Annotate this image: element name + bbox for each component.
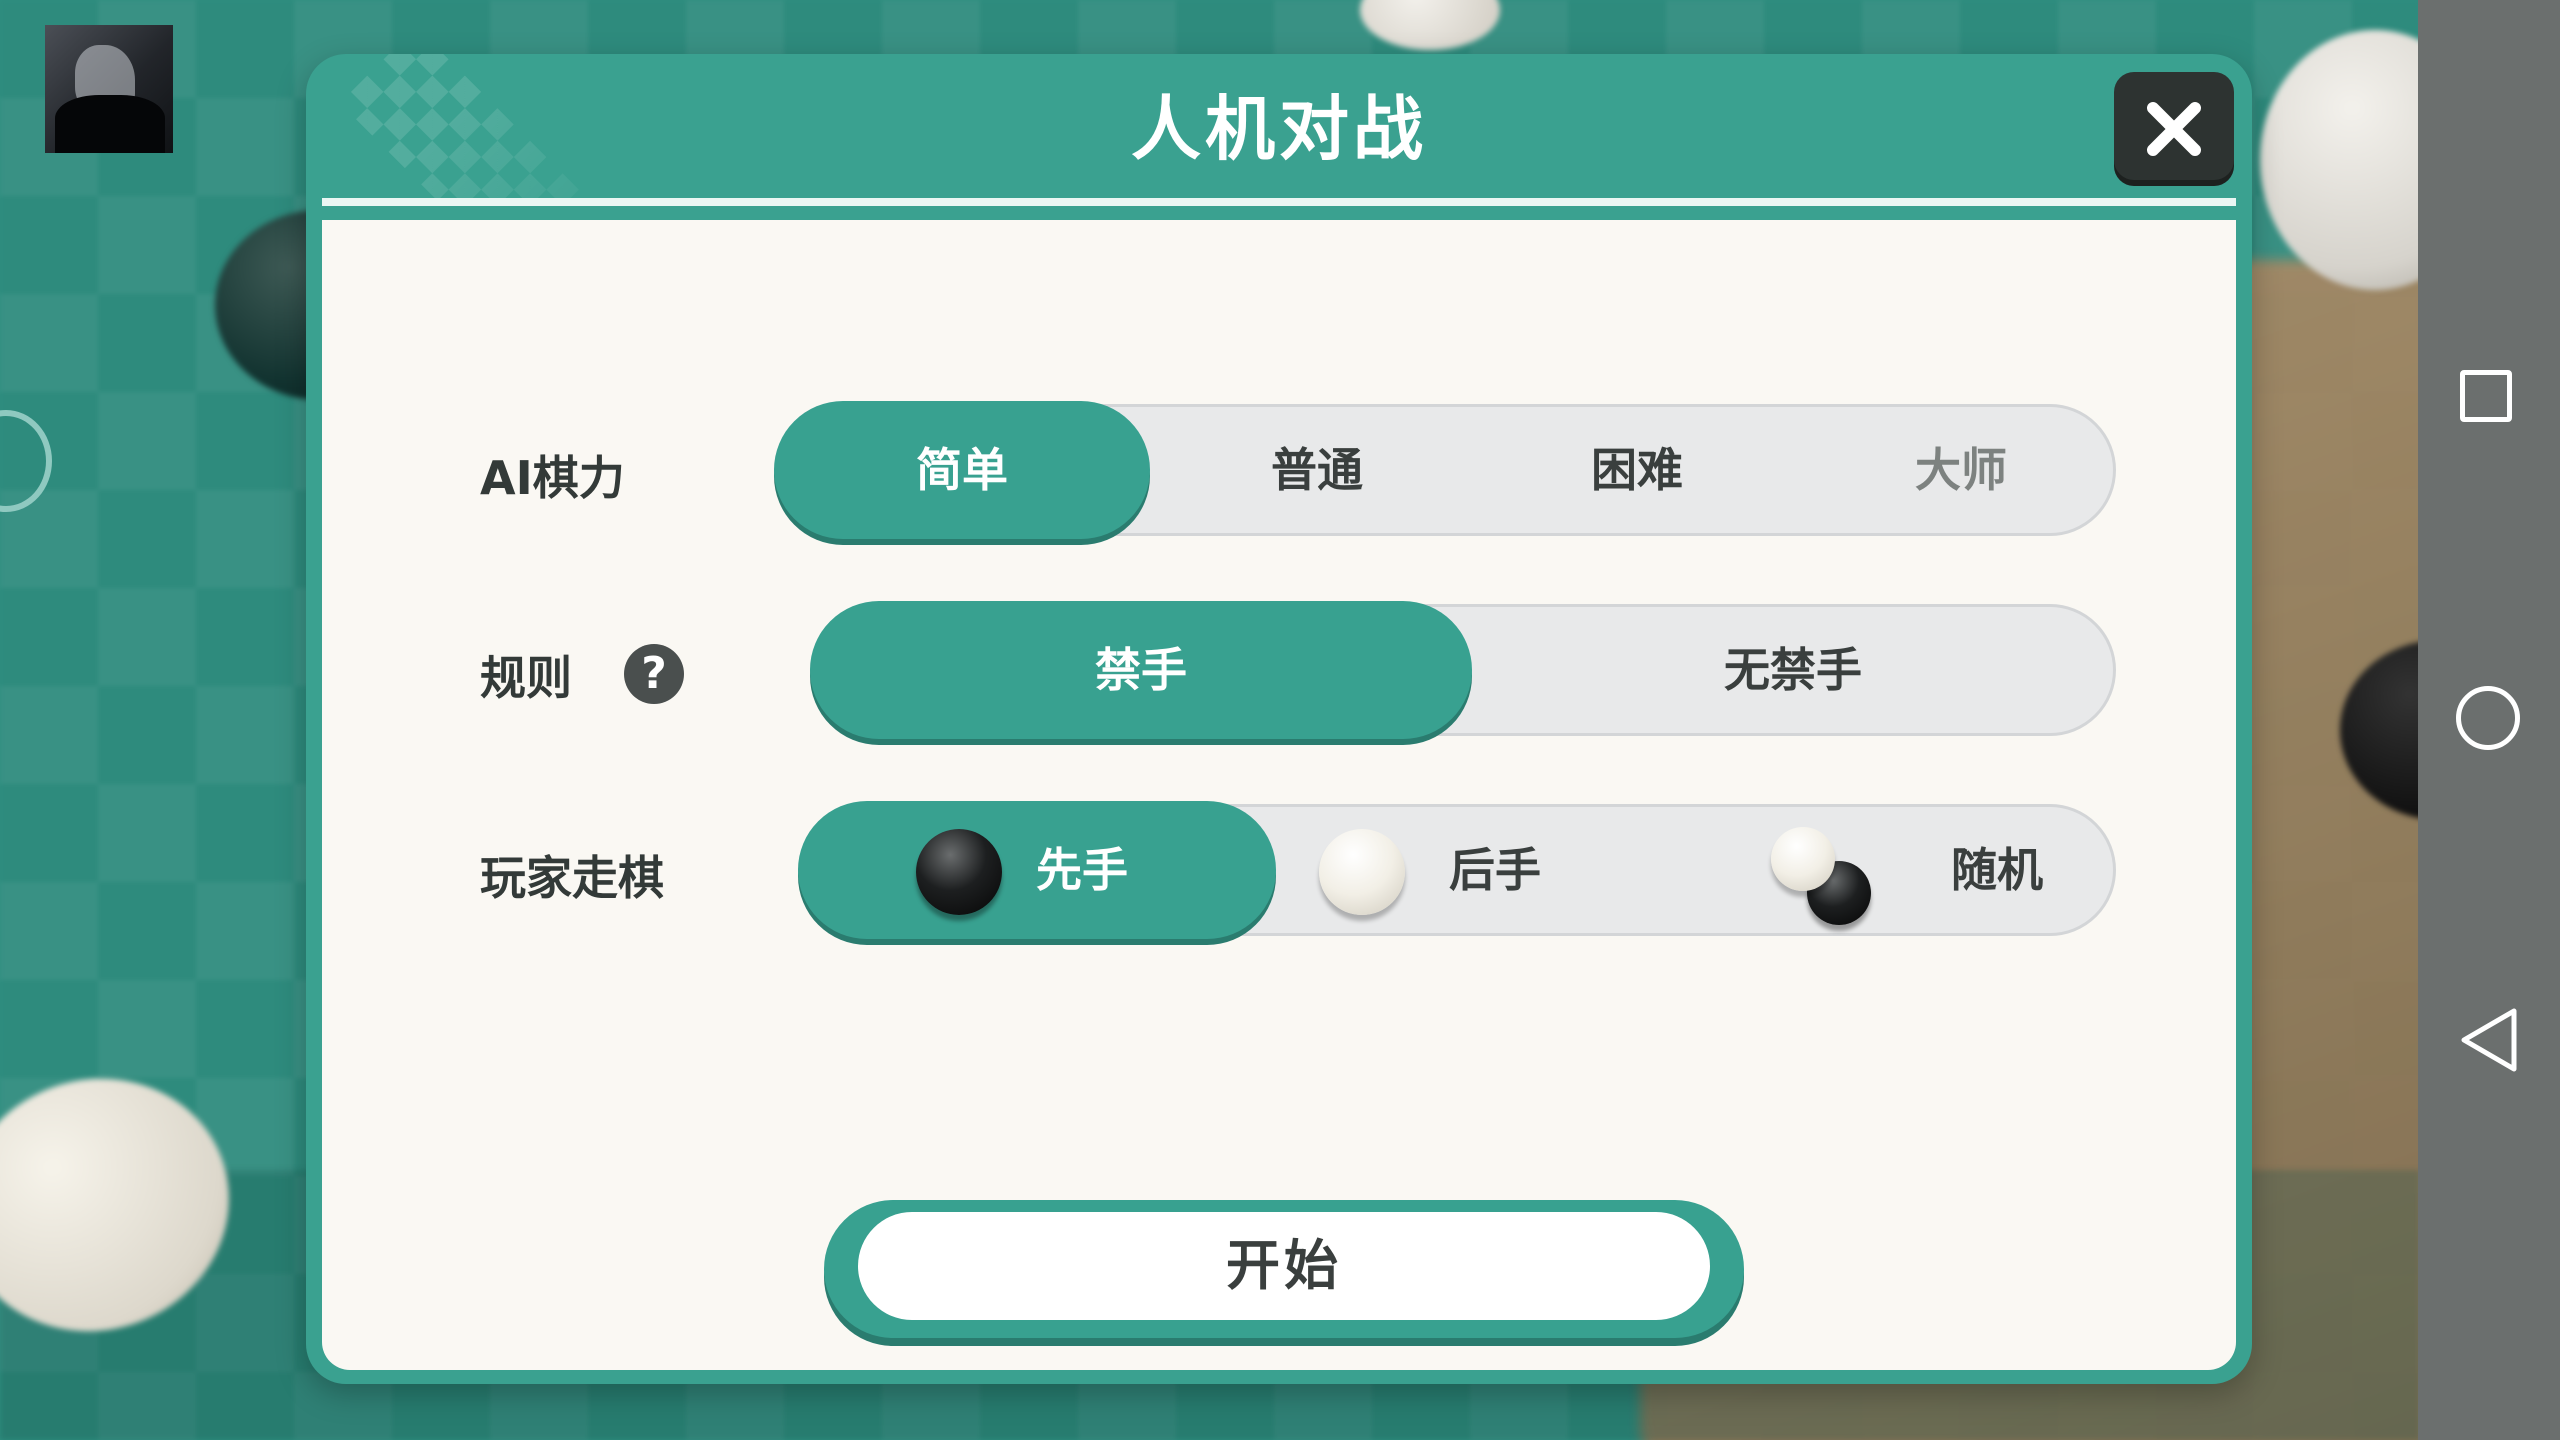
ai-level-option-master[interactable]: 大师 [1821,401,2101,539]
dialog-header: 人机对战 [306,54,2252,204]
black-stone-icon [916,829,1002,915]
dialog-body: AI棋力 简单 普通 困难 大师 规则 ? 禁手 无禁手 玩家走棋 先手 后手 … [322,220,2236,1370]
system-nav-bar [2418,0,2560,1440]
game-screen: 人机对战 AI棋力 简单 普通 困难 大师 规则 ? 禁手 无禁手 玩家走棋 先… [0,0,2560,1440]
player-move-selector: 先手 后手 随机 [798,801,2116,939]
back-triangle-icon[interactable] [2456,1005,2526,1075]
player-move-option-random[interactable]: 随机 [1711,801,2111,939]
white-stone-icon [1319,829,1405,915]
player-move-label: 玩家走棋 [480,851,664,905]
player-move-option-second-label: 后手 [1449,843,1541,897]
rules-option-forbidden[interactable]: 禁手 [810,601,1472,739]
player-move-option-random-label: 随机 [1951,843,2043,897]
home-circle-icon[interactable] [2456,686,2520,750]
ai-level-option-normal[interactable]: 普通 [1177,401,1457,539]
player-move-option-second[interactable]: 后手 [1301,801,1661,939]
recents-square-icon[interactable] [2460,370,2512,422]
start-button[interactable]: 开始 [824,1200,1744,1338]
close-icon [2147,102,2201,156]
random-white-stone-icon [1771,827,1835,891]
dialog-title: 人机对战 [1131,88,1427,170]
help-icon[interactable]: ? [624,644,684,704]
ai-level-selector: 简单 普通 困难 大师 [774,401,2116,539]
header-divider [322,198,2236,206]
player-avatar[interactable] [45,25,173,153]
ai-level-option-easy[interactable]: 简单 [774,401,1150,539]
rules-selector: 禁手 无禁手 [810,601,2116,739]
ai-level-option-hard[interactable]: 困难 [1497,401,1777,539]
player-move-option-first[interactable]: 先手 [798,801,1276,939]
ai-level-label: AI棋力 [480,451,625,505]
player-move-option-first-label: 先手 [1036,843,1128,897]
start-button-label: 开始 [858,1212,1710,1320]
close-button[interactable] [2114,72,2234,186]
vs-ai-dialog: 人机对战 AI棋力 简单 普通 困难 大师 规则 ? 禁手 无禁手 玩家走棋 先… [306,54,2252,1384]
rules-label: 规则 [480,651,572,705]
rules-option-no-forbidden[interactable]: 无禁手 [1473,601,2113,739]
